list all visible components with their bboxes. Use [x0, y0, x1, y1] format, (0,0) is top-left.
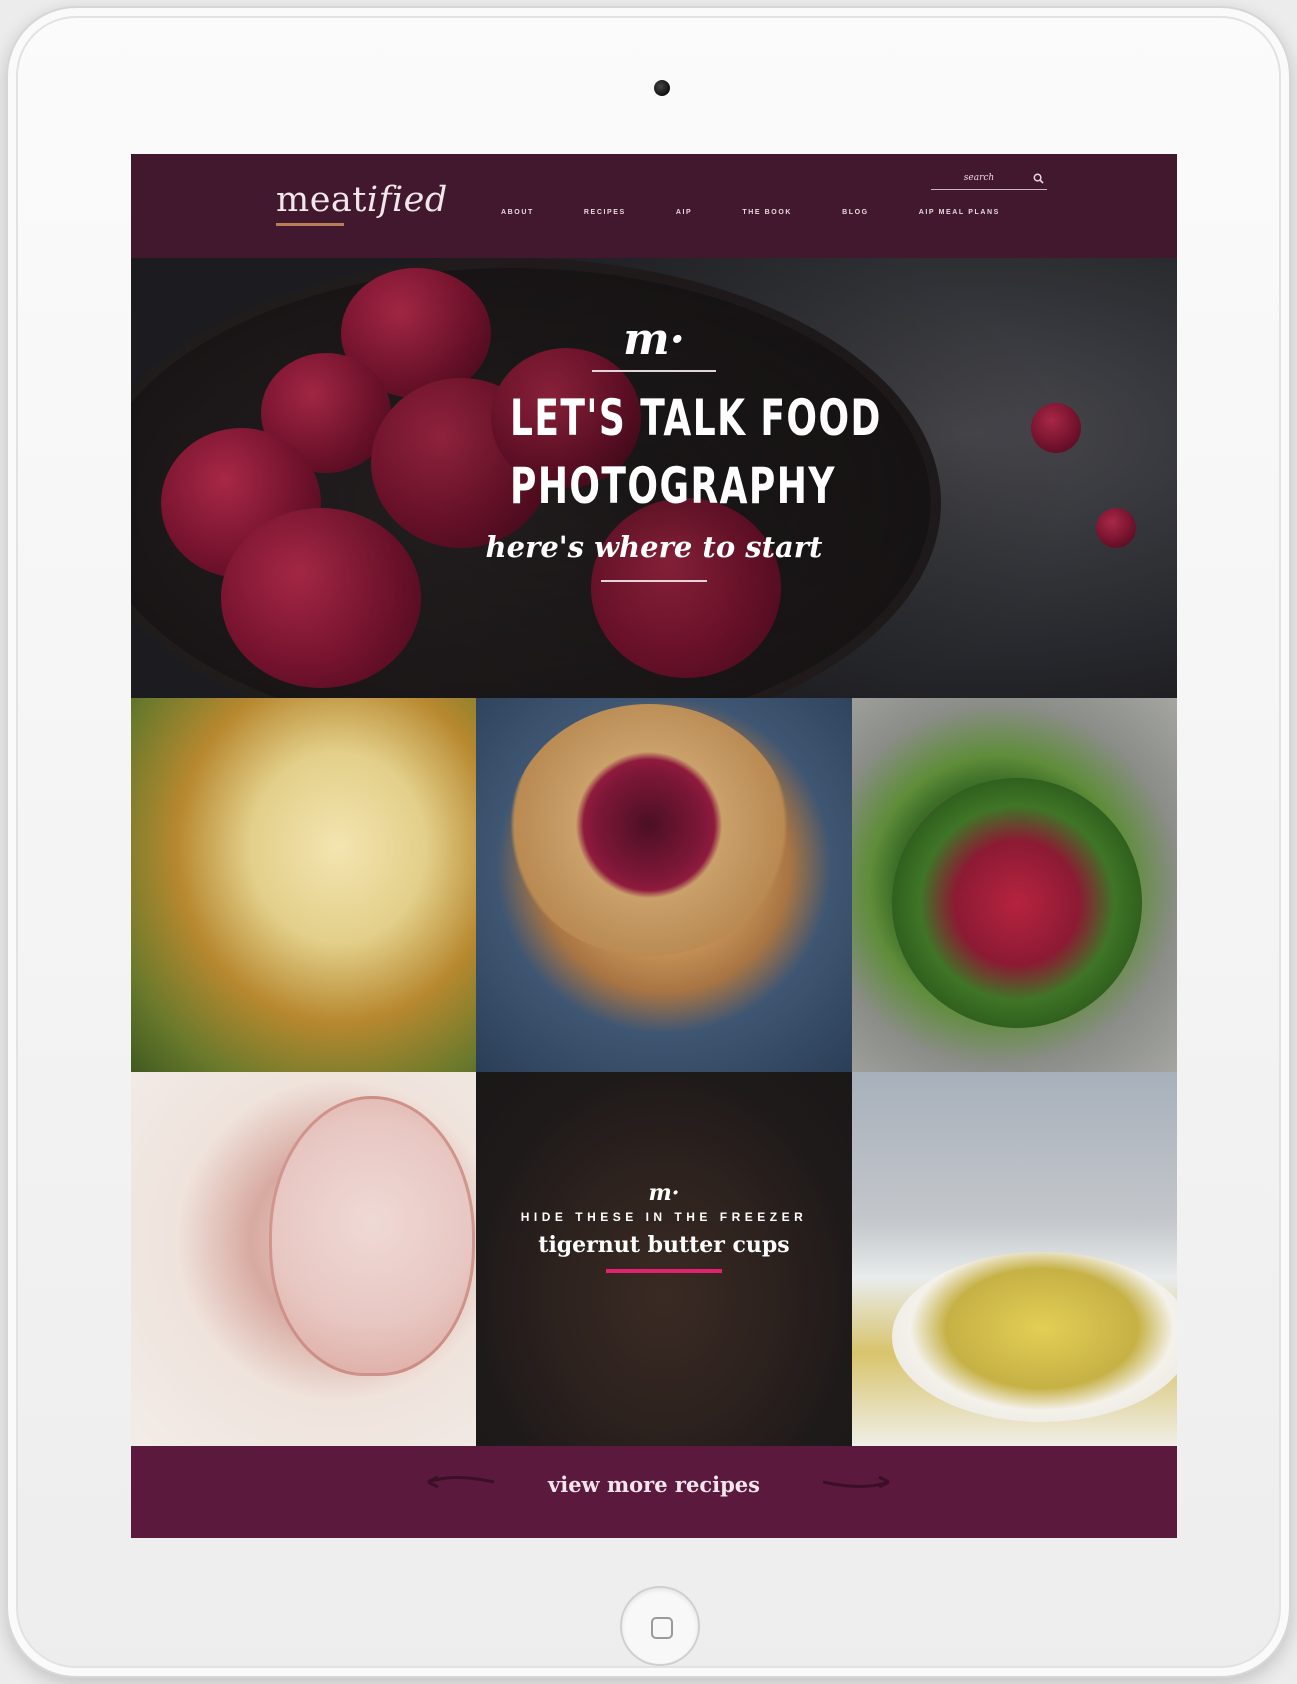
rice-bowl-image [892, 1252, 1177, 1422]
hero-subtitle: here's where to start [485, 530, 823, 564]
hero-banner[interactable]: m· LET'S TALK FOOD PHOTOGRAPHY here's wh… [131, 258, 1177, 698]
promo-link[interactable] [606, 1268, 722, 1276]
promo-content: m· HIDE THESE IN THE FREEZER tigernut bu… [476, 1180, 852, 1279]
nav-item-the-book[interactable]: THE BOOK [742, 209, 792, 223]
nav-item-recipes[interactable]: RECIPES [584, 209, 626, 223]
nav-item-about[interactable]: ABOUT [501, 209, 534, 223]
home-square-icon [651, 1617, 673, 1639]
site-logo[interactable]: meatified [276, 180, 448, 229]
recipe-tile-skewers[interactable] [131, 698, 476, 1072]
promo-kicker: HIDE THESE IN THE FREEZER [520, 1210, 808, 1224]
right-arrow-icon [822, 1475, 890, 1489]
logo-word-main: meat [276, 180, 367, 220]
nav-item-blog[interactable]: BLOG [842, 209, 869, 223]
recipe-tile-salad[interactable] [852, 698, 1177, 1072]
home-button[interactable] [620, 1586, 700, 1666]
nav-item-aip[interactable]: AIP [676, 209, 692, 223]
hero-divider [592, 370, 716, 372]
site-header: meatified ABOUT RECIPES AIP THE BOOK BLO… [131, 154, 1177, 258]
view-more-bar: view more recipes [131, 1446, 1177, 1538]
recipe-tile-drink[interactable] [131, 1072, 476, 1446]
salad-image [892, 778, 1142, 1028]
logo-word-script: ified [366, 180, 448, 220]
search-box[interactable] [931, 168, 1047, 190]
promo-mark: m· [648, 1180, 680, 1206]
search-icon[interactable] [1033, 173, 1044, 184]
galette-image [508, 704, 790, 956]
recipe-tile-promo[interactable]: m· HIDE THESE IN THE FREEZER tigernut bu… [476, 1072, 852, 1446]
screen: meatified ABOUT RECIPES AIP THE BOOK BLO… [131, 154, 1177, 1538]
logo-tagline-mark [276, 222, 448, 229]
camera-icon [654, 80, 670, 96]
promo-title: tigernut butter cups [538, 1232, 790, 1258]
nav-item-aip-meal-plans[interactable]: AIP MEAL PLANS [919, 209, 1000, 223]
recipe-tile-galette[interactable] [476, 698, 852, 1072]
drink-glass-image [269, 1096, 475, 1376]
hero-title-line1: LET'S TALK FOOD [510, 389, 882, 447]
search-input[interactable] [931, 168, 1027, 188]
hero-content: m· LET'S TALK FOOD PHOTOGRAPHY here's wh… [454, 314, 882, 582]
recipe-tile-rice[interactable] [852, 1072, 1177, 1446]
view-more-recipes-link[interactable]: view more recipes [131, 1472, 1177, 1497]
main-nav: ABOUT RECIPES AIP THE BOOK BLOG AIP MEAL… [501, 209, 1050, 223]
hero-divider-bottom [601, 580, 707, 582]
hero-title-line2: PHOTOGRAPHY [510, 457, 836, 515]
logo-wordmark: meatified [276, 180, 448, 220]
hero-mark: m· [623, 314, 685, 365]
